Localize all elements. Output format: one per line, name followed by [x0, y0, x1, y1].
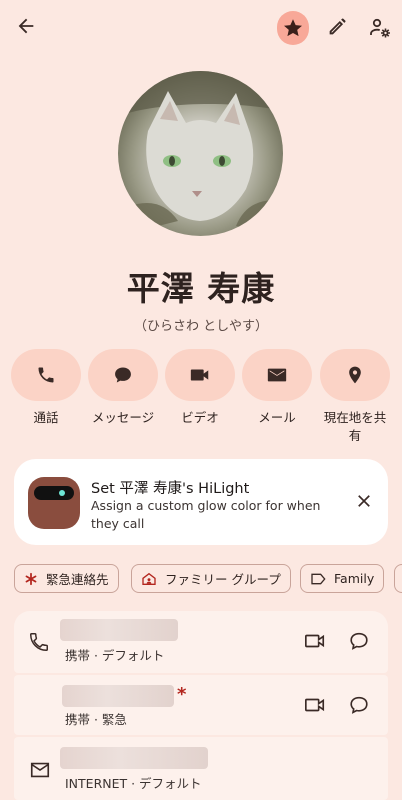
redacted-phone-number — [62, 685, 174, 707]
video-call-icon[interactable] — [304, 694, 326, 720]
call-label: 通話 — [33, 410, 59, 425]
contact-settings-button[interactable] — [365, 12, 395, 44]
person-settings-icon — [370, 18, 390, 38]
mail-icon — [29, 759, 51, 785]
entry-subtitle: 携帯 · 緊急 — [65, 712, 127, 727]
email-entry-default[interactable]: INTERNET · デフォルト — [14, 737, 388, 800]
close-icon — [358, 495, 370, 507]
contact-name: 平澤 寿康 — [126, 269, 276, 308]
label-icon — [310, 572, 326, 586]
video-icon — [190, 369, 209, 381]
message-label: メッセージ — [91, 410, 155, 425]
video-call-icon[interactable] — [304, 630, 326, 656]
redacted-email-address — [60, 747, 208, 769]
mail-button[interactable] — [242, 349, 312, 401]
back-button[interactable] — [10, 10, 42, 42]
group-chips: 緊急連絡先 ファミリー グループ Family — [0, 564, 402, 594]
arrow-back-icon — [18, 18, 34, 34]
edit-button[interactable] — [322, 12, 352, 42]
phone-icon — [28, 631, 50, 657]
star-icon — [284, 19, 302, 37]
video-label: ビデオ — [181, 410, 219, 425]
asterisk-icon — [24, 572, 38, 586]
mail-label: メール — [258, 410, 296, 425]
message-action[interactable]: メッセージ — [87, 349, 159, 427]
quick-actions: 通話 メッセージ ビデオ メール 現在地を共 有 — [10, 349, 392, 449]
hilight-promo-card[interactable]: Set 平澤 寿康's HiLight Assign a custom glow… — [14, 459, 388, 545]
pencil-icon — [329, 18, 346, 35]
share-location-label: 現在地を共 有 — [323, 410, 387, 443]
call-button[interactable] — [11, 349, 81, 401]
entry-subtitle: INTERNET · デフォルト — [65, 776, 202, 791]
phone-glow-illustration — [28, 477, 80, 529]
video-action[interactable]: ビデオ — [164, 349, 236, 427]
cat-photo-illustration — [118, 71, 283, 236]
message-icon[interactable] — [348, 630, 370, 656]
phone-entry-default[interactable]: 携帯 · デフォルト — [14, 611, 388, 673]
share-location-action[interactable]: 現在地を共 有 — [318, 349, 392, 445]
entry-subtitle: 携帯 · デフォルト — [65, 648, 165, 663]
phone-entry-emergency[interactable]: * 携帯 · 緊急 — [14, 675, 388, 735]
chip-more[interactable] — [394, 564, 402, 593]
dismiss-button[interactable] — [352, 489, 376, 513]
redacted-phone-number — [60, 619, 178, 641]
message-button[interactable] — [88, 349, 158, 401]
phone-icon — [38, 367, 54, 383]
hilight-description: Assign a custom glow color for when they… — [91, 498, 321, 531]
mail-icon — [267, 368, 287, 382]
chip-family-label[interactable]: Family — [300, 564, 385, 593]
contact-name-reading: （ひらさわ としやす） — [133, 319, 268, 334]
share-location-button[interactable] — [320, 349, 390, 401]
message-icon[interactable] — [348, 694, 370, 720]
hilight-title: Set 平澤 寿康's HiLight — [91, 481, 250, 497]
contact-photo[interactable] — [118, 71, 283, 236]
chip-emergency-contact[interactable]: 緊急連絡先 — [14, 564, 119, 593]
message-icon — [115, 367, 131, 383]
top-app-bar — [0, 0, 402, 56]
favorite-button[interactable] — [277, 11, 309, 45]
video-button[interactable] — [165, 349, 235, 401]
location-icon — [349, 366, 361, 384]
call-action[interactable]: 通話 — [10, 349, 82, 427]
emergency-mark: * — [177, 684, 187, 705]
chip-family-group[interactable]: ファミリー グループ — [131, 564, 291, 593]
mail-action[interactable]: メール — [241, 349, 313, 427]
home-group-icon — [141, 571, 157, 587]
